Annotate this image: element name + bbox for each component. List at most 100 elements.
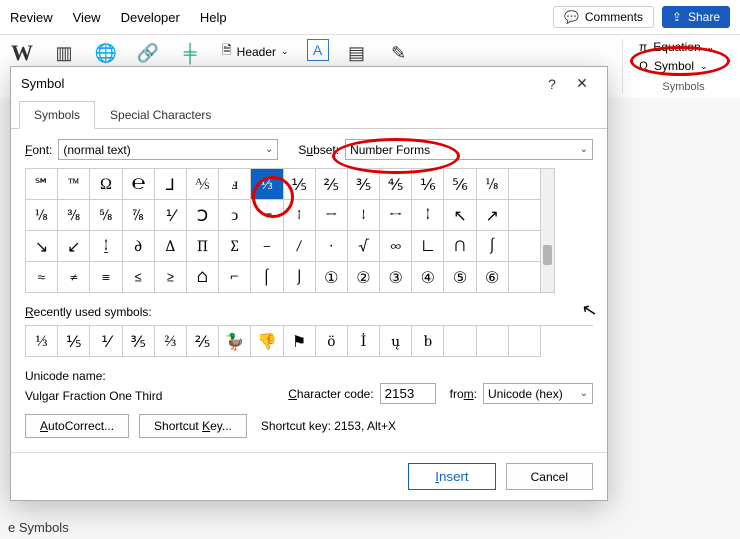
recent-symbol-cell[interactable]: ų xyxy=(380,326,412,357)
symbol-cell[interactable]: ⌠ xyxy=(251,262,283,293)
tab-special-characters[interactable]: Special Characters xyxy=(95,101,226,129)
char-code-input[interactable] xyxy=(380,383,436,404)
recent-symbol-cell[interactable]: ⅗ xyxy=(123,326,155,357)
symbol-cell[interactable]: Ω xyxy=(90,169,122,200)
symbol-cell[interactable]: ⅙ xyxy=(412,169,444,200)
equation-dropdown[interactable]: π Equation ⌄ xyxy=(635,39,732,55)
symbol-cell[interactable]: ∆ xyxy=(155,231,187,262)
symbol-cell[interactable]: − xyxy=(251,231,283,262)
symbol-cell[interactable]: ⅓ xyxy=(251,169,283,200)
symbol-cell[interactable]: ⅍ xyxy=(187,169,219,200)
symbol-cell[interactable]: ⅃ xyxy=(155,169,187,200)
symbol-cell[interactable]: ↖ xyxy=(444,200,476,231)
symbol-cell[interactable]: ↙ xyxy=(58,231,90,262)
symbol-cell[interactable]: ⌂ xyxy=(187,262,219,293)
scrollbar-thumb[interactable] xyxy=(543,245,552,265)
recent-symbol-cell[interactable]: ⚑ xyxy=(284,326,316,357)
shortcut-key-button[interactable]: Shortcut Key... xyxy=(139,414,247,438)
symbol-cell[interactable]: ≥ xyxy=(155,262,187,293)
symbol-cell[interactable]: ① xyxy=(316,262,348,293)
symbol-cell[interactable]: ② xyxy=(348,262,380,293)
comments-button[interactable]: 💬 Comments xyxy=(553,6,654,28)
recent-symbol-cell[interactable]: b xyxy=(412,326,444,357)
link-icon[interactable]: 🔗 xyxy=(134,39,162,67)
symbol-cell[interactable]: ⅘ xyxy=(380,169,412,200)
symbol-cell[interactable]: ⅟ xyxy=(155,200,187,231)
symbol-cell[interactable]: ∞ xyxy=(380,231,412,262)
symbol-cell[interactable]: ∏ xyxy=(187,231,219,262)
help-button[interactable]: ? xyxy=(537,76,567,92)
subset-combo[interactable]: Number Forms ⌄ xyxy=(345,139,593,160)
quickparts-icon[interactable]: ▤ xyxy=(343,39,371,67)
symbol-cell[interactable]: ↨ xyxy=(90,231,122,262)
tab-symbols[interactable]: Symbols xyxy=(19,101,95,129)
recent-symbol-cell[interactable]: İ xyxy=(348,326,380,357)
header-dropdown[interactable]: 🗎 Header ⌄ xyxy=(218,39,293,64)
symbol-cell[interactable]: ↑ xyxy=(284,200,316,231)
symbol-cell[interactable]: ↓ xyxy=(348,200,380,231)
from-combo[interactable]: Unicode (hex) ⌄ xyxy=(483,383,593,404)
symbol-grid[interactable]: ℠™Ω℮⅃⅍ⅎ⅓⅕⅖⅗⅘⅙⅚⅛⅛⅜⅝⅞⅟Ↄↄ←↑→↓↔↕↖↗↘↙↨∂∆∏∑−∕∙… xyxy=(25,168,541,293)
symbol-cell[interactable]: ⅕ xyxy=(284,169,316,200)
recent-symbol-cell[interactable]: ⅖ xyxy=(187,326,219,357)
symbol-cell[interactable]: ™ xyxy=(58,169,90,200)
symbol-cell[interactable]: ⑥ xyxy=(477,262,509,293)
textbox-icon[interactable]: A xyxy=(307,39,329,61)
symbol-cell[interactable]: ⌐ xyxy=(219,262,251,293)
globe-icon[interactable]: 🌐 xyxy=(92,39,120,67)
symbol-cell[interactable]: ≠ xyxy=(58,262,90,293)
recent-symbol-cell[interactable] xyxy=(509,326,541,357)
symbol-cell[interactable]: → xyxy=(316,200,348,231)
recent-symbol-cell[interactable]: ⅓ xyxy=(26,326,58,357)
close-button[interactable]: ✕ xyxy=(567,75,597,92)
insert-button[interactable]: Insert xyxy=(408,463,495,490)
symbol-cell[interactable]: ∩ xyxy=(444,231,476,262)
symbol-cell[interactable]: ④ xyxy=(412,262,444,293)
autocorrect-button[interactable]: AutoCorrect... xyxy=(25,414,129,438)
symbol-cell[interactable] xyxy=(509,262,541,293)
symbol-cell[interactable]: ∟ xyxy=(412,231,444,262)
recent-symbol-cell[interactable]: 🦆 xyxy=(219,326,251,357)
symbol-cell[interactable]: ≈ xyxy=(26,262,58,293)
symbol-dropdown[interactable]: Ω Symbol ⌄ xyxy=(635,58,732,74)
recent-symbol-cell[interactable] xyxy=(477,326,509,357)
symbol-cell[interactable]: ⅛ xyxy=(477,169,509,200)
symbol-cell[interactable] xyxy=(509,169,541,200)
symbol-cell[interactable]: ∂ xyxy=(123,231,155,262)
recent-symbol-cell[interactable]: ⅕ xyxy=(58,326,90,357)
wikipedia-icon[interactable]: W xyxy=(8,39,36,67)
grid-scrollbar[interactable] xyxy=(541,168,555,293)
recent-symbol-cell[interactable]: ö xyxy=(316,326,348,357)
symbol-cell[interactable] xyxy=(509,231,541,262)
share-button[interactable]: ⇪ Share xyxy=(662,6,730,28)
symbol-cell[interactable]: ↗ xyxy=(477,200,509,231)
symbol-cell[interactable]: ⌡ xyxy=(284,262,316,293)
symbol-cell[interactable]: ↕ xyxy=(412,200,444,231)
symbol-cell[interactable]: ℠ xyxy=(26,169,58,200)
symbol-cell[interactable]: ≡ xyxy=(90,262,122,293)
symbol-cell[interactable]: ∙ xyxy=(316,231,348,262)
symbol-cell[interactable]: ∕ xyxy=(284,231,316,262)
symbol-cell[interactable]: ℮ xyxy=(123,169,155,200)
signature-icon[interactable]: ✎ xyxy=(385,39,413,67)
symbol-cell[interactable]: ⅖ xyxy=(316,169,348,200)
recent-symbol-cell[interactable]: ⅟ xyxy=(90,326,122,357)
chart-icon[interactable]: ╪ xyxy=(176,39,204,67)
symbol-cell[interactable]: ③ xyxy=(380,262,412,293)
cancel-button[interactable]: Cancel xyxy=(506,463,593,490)
recent-symbol-cell[interactable] xyxy=(444,326,476,357)
menu-review[interactable]: Review xyxy=(10,10,53,25)
recent-grid[interactable]: ⅓⅕⅟⅗⅔⅖🦆👎⚑öİųb xyxy=(25,325,593,357)
symbol-cell[interactable]: ⅎ xyxy=(219,169,251,200)
recent-symbol-cell[interactable]: 👎 xyxy=(251,326,283,357)
symbol-cell[interactable]: ∑ xyxy=(219,231,251,262)
symbol-cell[interactable]: ↔ xyxy=(380,200,412,231)
symbol-cell[interactable]: Ↄ xyxy=(187,200,219,231)
symbol-cell[interactable]: ↘ xyxy=(26,231,58,262)
symbol-cell[interactable]: ⅗ xyxy=(348,169,380,200)
video-icon[interactable]: ▥ xyxy=(50,39,78,67)
symbol-cell[interactable]: ⑤ xyxy=(444,262,476,293)
symbol-cell[interactable]: ⅚ xyxy=(444,169,476,200)
menu-developer[interactable]: Developer xyxy=(121,10,180,25)
symbol-cell[interactable]: ↄ xyxy=(219,200,251,231)
